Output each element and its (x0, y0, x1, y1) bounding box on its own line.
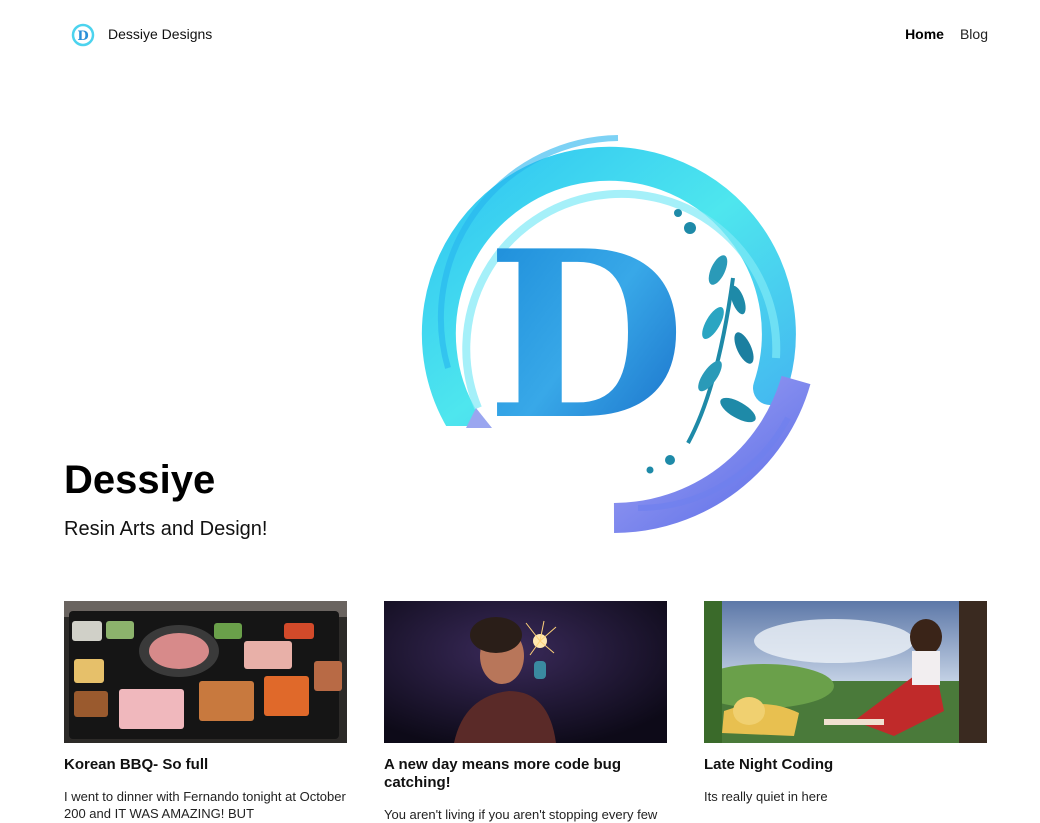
post-image-grill[interactable] (64, 601, 347, 743)
hero-logo-image: D (388, 135, 811, 536)
svg-text:D: D (77, 29, 88, 44)
post-card: Late Night Coding Its really quiet in he… (704, 601, 987, 805)
post-card: Korean BBQ- So full I went to dinner wit… (64, 601, 347, 822)
site-header: D Dessiye Designs Home Blog (0, 0, 1040, 70)
post-excerpt: I went to dinner with Fernando tonight a… (64, 789, 346, 821)
nav-home-link[interactable]: Home (905, 26, 944, 42)
post-title[interactable]: A new day means more code bug catching! (384, 756, 667, 792)
hero-subtitle: Resin Arts and Design! (64, 518, 268, 540)
main-nav: Home Blog (905, 26, 988, 42)
post-title[interactable]: Korean BBQ- So full (64, 756, 347, 774)
post-image-sparkler[interactable] (384, 601, 667, 743)
post-excerpt: Its really quiet in here (704, 789, 828, 804)
nav-blog-link[interactable]: Blog (960, 26, 988, 42)
post-excerpt: You aren't living if you aren't stopping… (384, 807, 658, 822)
post-title[interactable]: Late Night Coding (704, 756, 987, 774)
hero-title: Dessiye (64, 458, 216, 502)
site-logo-icon[interactable]: D (71, 23, 95, 47)
site-title-link[interactable]: Dessiye Designs (108, 26, 212, 42)
post-card: A new day means more code bug catching! … (384, 601, 667, 823)
post-image-anime[interactable] (704, 601, 987, 743)
hero-logo-letter: D (486, 201, 685, 471)
